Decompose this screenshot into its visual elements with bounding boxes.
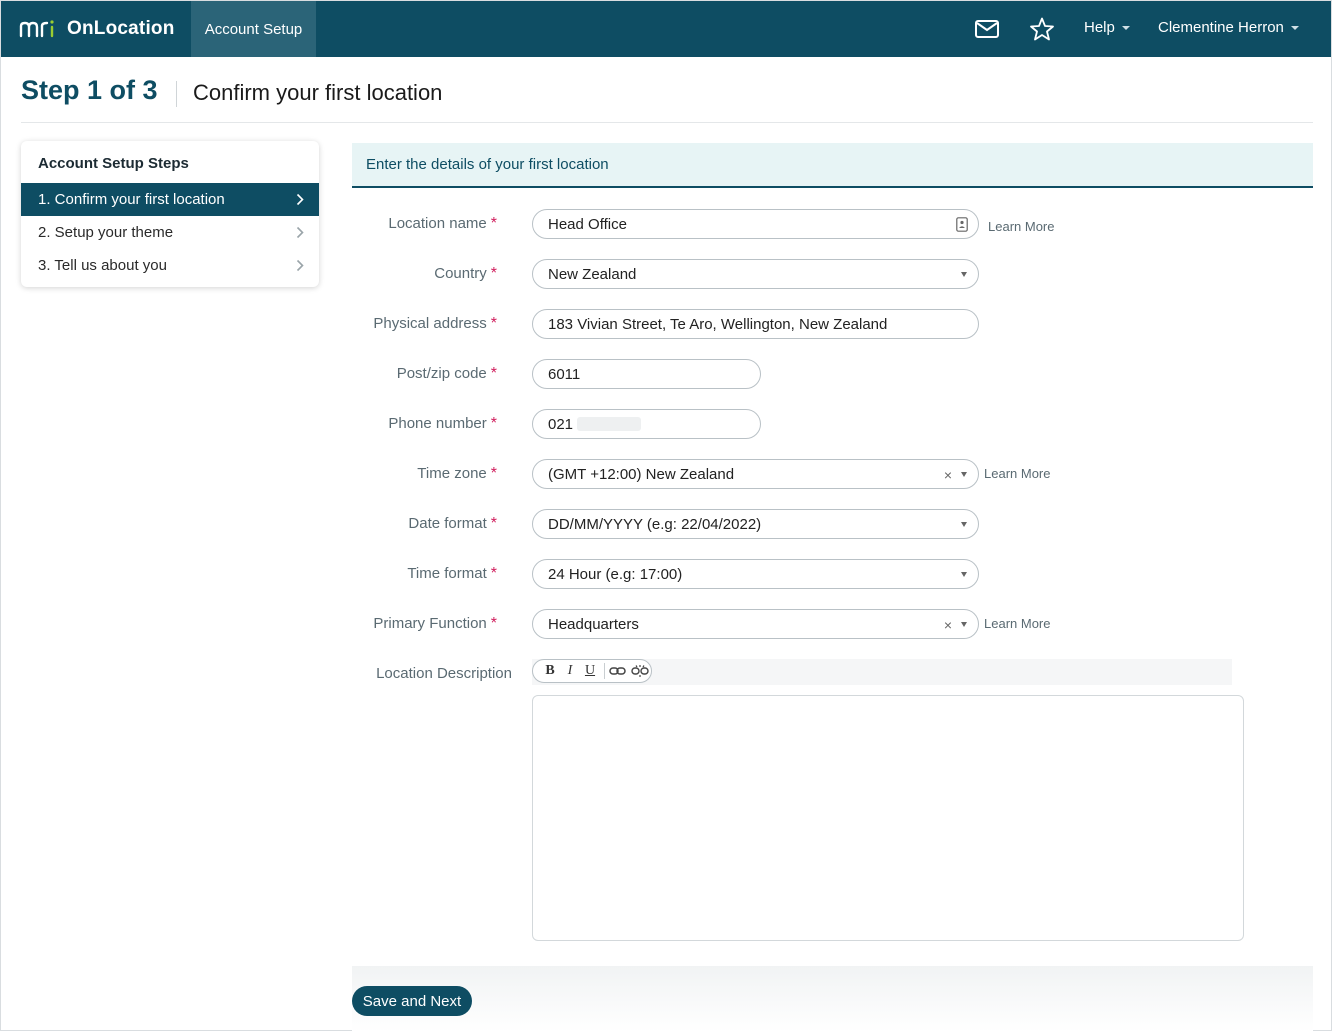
dropdown-arrow-icon [961,522,967,527]
save-and-next-button[interactable]: Save and Next [352,986,472,1016]
top-nav-bar: OnLocation Account Setup Help Clementine… [1,1,1331,57]
clear-icon[interactable]: × [944,467,952,483]
brand-logo[interactable]: OnLocation [19,16,175,42]
dropdown-arrow-icon [961,622,967,627]
dropdown-arrow-icon [961,272,967,277]
step-item-confirm-location[interactable]: 1. Confirm your first location [21,183,319,216]
required-marker: * [490,515,497,532]
header-divider [176,81,177,107]
learn-more-link[interactable]: Learn More [988,219,1054,234]
address-input[interactable]: 183 Vivian Street, Te Aro, Wellington, N… [532,309,979,339]
step-indicator: Step 1 of 3 [21,75,158,105]
required-marker: * [490,565,497,582]
dropdown-arrow-icon [961,572,967,577]
toolbar-divider [604,663,605,679]
italic-button[interactable]: I [560,663,580,679]
step-item-setup-theme[interactable]: 2. Setup your theme [21,216,319,249]
help-menu[interactable]: Help [1084,19,1130,36]
required-marker: * [490,365,497,382]
phone-input[interactable]: 021 [532,409,761,439]
timezone-label: Time zone * [417,465,497,482]
learn-more-link[interactable]: Learn More [984,616,1050,631]
form-panel-heading: Enter the details of your first location [352,143,1313,188]
help-label: Help [1084,19,1115,36]
learn-more-link[interactable]: Learn More [984,466,1050,481]
contact-card-icon [956,217,968,232]
redacted-text [577,417,642,431]
dropdown-arrow-icon [961,472,967,477]
required-marker: * [490,615,497,632]
page-title: Confirm your first location [193,80,443,105]
chevron-right-icon [296,259,304,272]
brand-name: OnLocation [67,18,175,39]
date-format-select[interactable]: DD/MM/YYYY (e.g: 22/04/2022) [532,509,979,539]
primary-function-label: Primary Function * [373,615,497,632]
required-marker: * [490,415,497,432]
underline-button[interactable]: U [580,663,600,679]
unlink-icon[interactable] [631,664,649,678]
phone-label: Phone number * [388,415,497,432]
step-item-label: 3. Tell us about you [38,257,167,274]
date-format-label: Date format * [408,515,497,532]
mail-icon[interactable] [974,17,1000,41]
step-item-label: 2. Setup your theme [38,224,174,241]
required-marker: * [490,215,497,232]
required-marker: * [490,465,497,482]
postcode-label: Post/zip code * [396,365,497,382]
country-label: Country * [434,265,497,282]
location-name-label: Location name * [388,215,497,232]
tab-account-setup[interactable]: Account Setup [191,1,316,57]
time-format-label: Time format * [407,565,497,582]
chevron-right-icon [296,226,304,239]
required-marker: * [490,315,497,332]
step-item-about-you[interactable]: 3. Tell us about you [21,249,319,282]
bold-button[interactable]: B [540,663,560,679]
chevron-down-icon [1290,25,1299,30]
location-name-input[interactable]: Head Office [532,209,979,239]
mri-logo-icon [19,20,54,38]
editor-toolbar: B I U [532,659,1232,685]
timezone-select[interactable]: (GMT +12:00) New Zealand × [532,459,979,489]
user-name: Clementine Herron [1158,19,1284,36]
format-button-group: B I U [532,659,652,683]
setup-steps-card: Account Setup Steps 1. Confirm your firs… [21,141,319,287]
form-footer [352,966,1313,1032]
postcode-input[interactable]: 6011 [532,359,761,389]
header-rule [21,122,1313,123]
time-format-select[interactable]: 24 Hour (e.g: 17:00) [532,559,979,589]
clear-icon[interactable]: × [944,617,952,633]
chevron-down-icon [1121,25,1130,30]
star-icon[interactable] [1029,17,1055,41]
step-item-label: 1. Confirm your first location [38,191,225,208]
address-label: Physical address * [373,315,497,332]
primary-function-select[interactable]: Headquarters × [532,609,979,639]
country-select[interactable]: New Zealand [532,259,979,289]
description-label: Location Description [376,665,512,682]
chevron-right-icon [296,193,304,206]
steps-card-title: Account Setup Steps [38,155,189,172]
required-marker: * [490,265,497,282]
user-menu[interactable]: Clementine Herron [1158,19,1299,36]
description-textarea[interactable] [532,695,1244,941]
link-icon[interactable] [609,665,627,677]
